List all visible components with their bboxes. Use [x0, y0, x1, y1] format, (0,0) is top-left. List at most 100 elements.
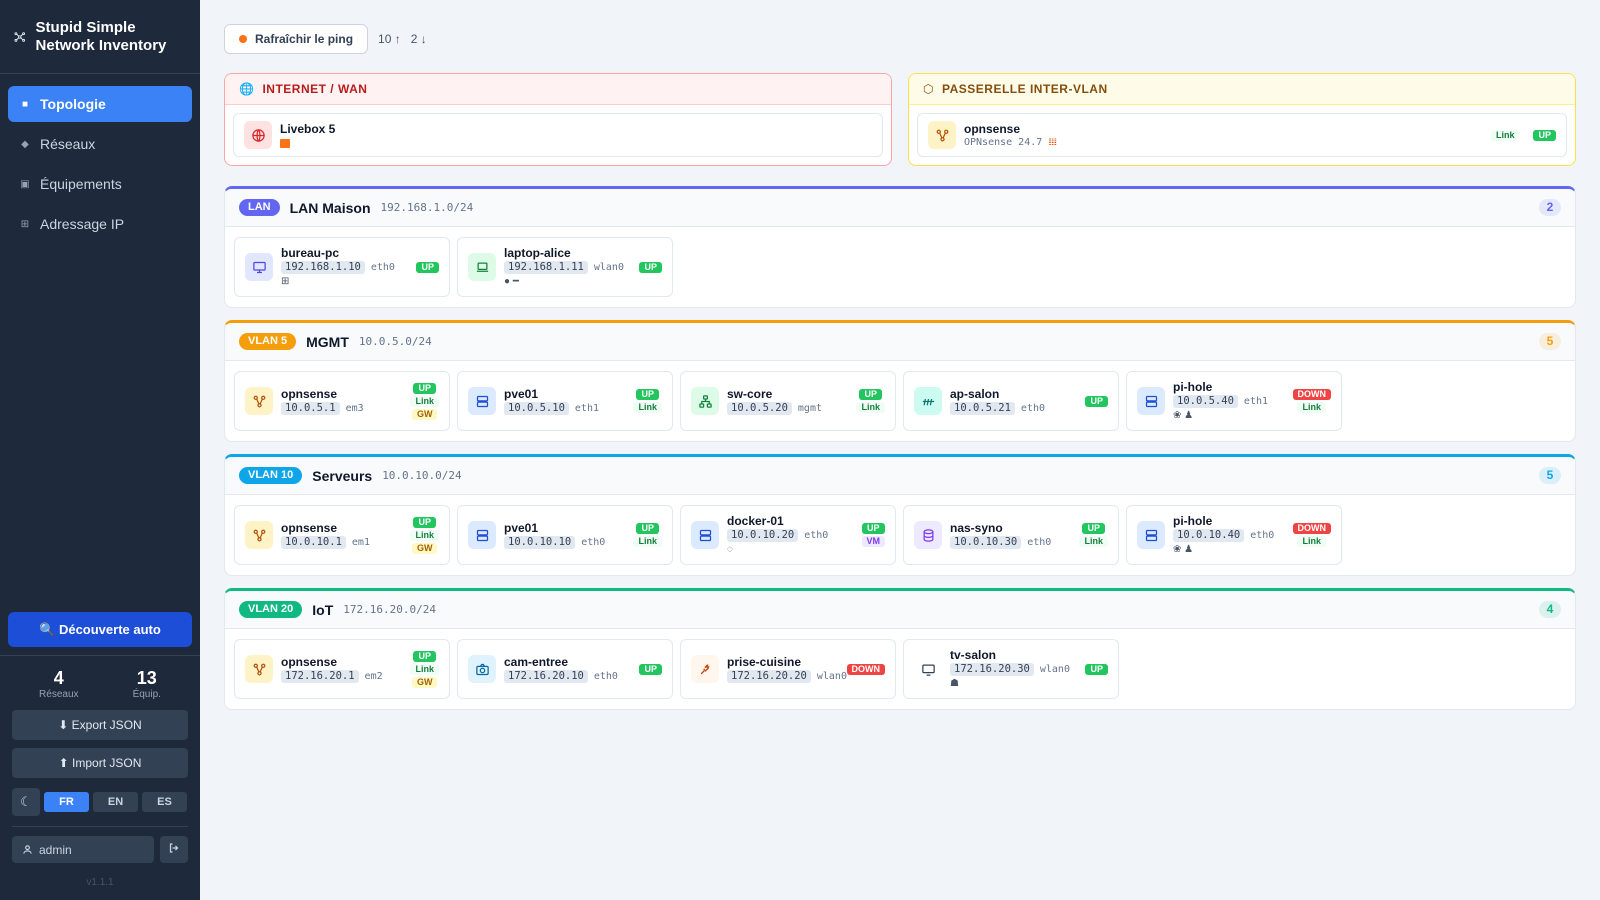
network-devices: opnsense 10.0.10.1 em1 UP Link GW pve01 10.0.10…	[225, 495, 1575, 575]
device-address-line: 172.16.20.30 wlan0	[950, 663, 1077, 676]
device-address-line: 10.0.10.1 em1	[281, 536, 402, 549]
wan-device[interactable]: Livebox 5	[233, 113, 883, 157]
device-ip: 192.168.1.11	[504, 261, 588, 274]
device-name: opnsense	[281, 387, 338, 401]
device-card[interactable]: sw-core 10.0.5.20 mgmt UP Link	[680, 371, 896, 431]
device-interface: mgmt	[797, 403, 822, 414]
network-device-count: 5	[1539, 467, 1561, 484]
refresh-ping-button[interactable]: Rafraîchir le ping	[224, 24, 369, 54]
device-address-line: 172.16.20.20 wlan0	[727, 670, 847, 683]
gateway-link-badge: Link	[1490, 129, 1520, 141]
network-section: VLAN 20 IoT 172.16.20.0/24 4 opnsense 172.16.…	[224, 588, 1576, 710]
network-section: LAN LAN Maison 192.168.1.0/24 2 bureau-pc 192…	[224, 186, 1576, 308]
status-badge: UP	[636, 523, 659, 534]
link-badge: Link	[410, 663, 439, 675]
gateway-device[interactable]: opnsense OPNsense 24.7 𝍖 Link UP	[917, 113, 1567, 157]
device-name: pi-hole	[1173, 514, 1213, 528]
status-badge: DOWN	[1292, 389, 1331, 400]
square-icon: ■	[21, 98, 29, 110]
device-ip: 10.0.5.20	[727, 402, 792, 415]
device-interface: eth0	[1027, 537, 1052, 548]
device-card[interactable]: pve01 10.0.10.10 eth0 UP Link	[457, 505, 673, 565]
nav-item-equipements[interactable]: ▣ Équipements	[8, 166, 192, 202]
network-tag: VLAN 20	[239, 601, 303, 618]
switch-icon	[691, 387, 719, 415]
status-badge: UP	[413, 516, 436, 528]
nav-item-adressage-ip[interactable]: ⊞ Adressage IP	[8, 206, 192, 242]
device-card[interactable]: pi-hole 10.0.5.40 eth1 ❀ ♟ DOWN Link	[1126, 371, 1342, 431]
device-ip: 10.0.5.21	[950, 402, 1015, 415]
device-card[interactable]: bureau-pc 192.168.1.10 eth0 ⊞ UP	[234, 237, 450, 297]
device-card[interactable]: pi-hole 10.0.10.40 eth0 ❀ ♟ DOWN Link	[1126, 505, 1342, 565]
stat-networks: 4 Réseaux	[39, 668, 78, 700]
device-info: laptop-alice 192.168.1.11 wlan0 ● ━	[504, 246, 631, 288]
device-address-line: 10.0.10.20 eth0	[727, 529, 854, 542]
device-ip: 10.0.10.30	[950, 536, 1022, 549]
device-info: ap-salon 10.0.5.21 eth0	[950, 387, 1077, 415]
network-tag: LAN	[239, 199, 280, 216]
device-badges: UP Link	[1079, 523, 1108, 547]
globe-icon: 🌐	[239, 82, 255, 96]
lang-fr-button[interactable]: FR	[44, 792, 89, 812]
nav-item-label: Adressage IP	[40, 216, 125, 232]
status-badge: UP	[413, 650, 436, 662]
logout-icon[interactable]	[160, 836, 188, 863]
sidebar-footer: 4 Réseaux 13 Équip. ⬇ Export JSON ⬆ Impo…	[0, 655, 200, 888]
lang-es-button[interactable]: ES	[142, 792, 187, 812]
device-card[interactable]: cam-entree 172.16.20.10 eth0 UP	[457, 639, 673, 699]
device-badges: UP Link	[633, 389, 662, 413]
device-card[interactable]: laptop-alice 192.168.1.11 wlan0 ● ━ UP	[457, 237, 673, 297]
device-interface: eth0	[804, 530, 829, 541]
network-device-count: 5	[1539, 333, 1561, 350]
server-icon	[468, 521, 496, 549]
import-json-button[interactable]: ⬆ Import JSON	[12, 748, 188, 778]
wan-header: 🌐 INTERNET / WAN	[225, 74, 891, 105]
nav-item-label: Équipements	[40, 176, 122, 192]
gateway-card: ⬡ PASSERELLE INTER-VLAN opnsense OPNsens…	[908, 73, 1576, 166]
device-card[interactable]: prise-cuisine 172.16.20.20 wlan0 DOWN	[680, 639, 896, 699]
gateway-title: PASSERELLE INTER-VLAN	[941, 82, 1108, 96]
device-info: prise-cuisine 172.16.20.20 wlan0	[727, 655, 847, 683]
device-card[interactable]: ap-salon 10.0.5.21 eth0 UP	[903, 371, 1119, 431]
device-card[interactable]: nas-syno 10.0.10.30 eth0 UP Link	[903, 505, 1119, 565]
nav-item-topologie[interactable]: ■ Topologie	[8, 86, 192, 122]
device-card[interactable]: opnsense 10.0.5.1 em3 UP Link GW	[234, 371, 450, 431]
lang-en-button[interactable]: EN	[93, 792, 138, 812]
status-badge: UP	[861, 523, 885, 534]
nav-item-reseaux[interactable]: ◆ Réseaux	[8, 126, 192, 162]
up-count: 10 ↑	[378, 32, 401, 46]
status-badge: DOWN	[846, 663, 885, 675]
status-badge: UP	[1082, 523, 1105, 534]
status-badge: UP	[416, 261, 439, 273]
networks-list: LAN LAN Maison 192.168.1.0/24 2 bureau-pc 192…	[224, 186, 1576, 710]
device-badges: UP Link	[633, 523, 662, 547]
device-card[interactable]: tv-salon 172.16.20.30 wlan0 ☗ UP	[903, 639, 1119, 699]
device-card[interactable]: opnsense 10.0.10.1 em1 UP Link GW	[234, 505, 450, 565]
moon-icon[interactable]: ☾	[12, 788, 40, 816]
device-badges: UP	[639, 663, 662, 675]
device-card[interactable]: opnsense 172.16.20.1 em2 UP Link GW	[234, 639, 450, 699]
device-card[interactable]: pve01 10.0.5.10 eth1 UP Link	[457, 371, 673, 431]
export-json-button[interactable]: ⬇ Export JSON	[12, 710, 188, 740]
gateway-device-name: opnsense	[964, 122, 1021, 136]
device-name: nas-syno	[950, 521, 1003, 535]
status-badge: UP	[413, 382, 436, 394]
network-section: VLAN 10 Serveurs 10.0.10.0/24 5 opnsense 10.0…	[224, 454, 1576, 576]
wan-card: 🌐 INTERNET / WAN Livebox 5	[224, 73, 892, 166]
device-badges: UP	[1085, 663, 1108, 675]
hexagon-icon: ⬡	[923, 82, 934, 96]
gateway-badge: GW	[411, 676, 438, 688]
device-badges: UP Link	[856, 389, 885, 413]
server-icon	[468, 387, 496, 415]
device-interface: eth0	[581, 537, 606, 548]
auto-discovery-button[interactable]: 🔍 Découverte auto	[8, 612, 192, 647]
device-ip: 10.0.5.10	[504, 402, 569, 415]
top-row: 🌐 INTERNET / WAN Livebox 5 ⬡ PASSERELLE …	[224, 73, 1576, 166]
device-badges: UP Link GW	[410, 516, 439, 554]
status-badge: UP	[1085, 663, 1108, 675]
device-badges: DOWN Link	[1292, 523, 1331, 547]
device-name: pi-hole	[1173, 380, 1213, 394]
device-name: laptop-alice	[504, 246, 571, 260]
network-tag: VLAN 5	[239, 333, 297, 350]
device-card[interactable]: docker-01 10.0.10.20 eth0 ◌ UP VM	[680, 505, 896, 565]
